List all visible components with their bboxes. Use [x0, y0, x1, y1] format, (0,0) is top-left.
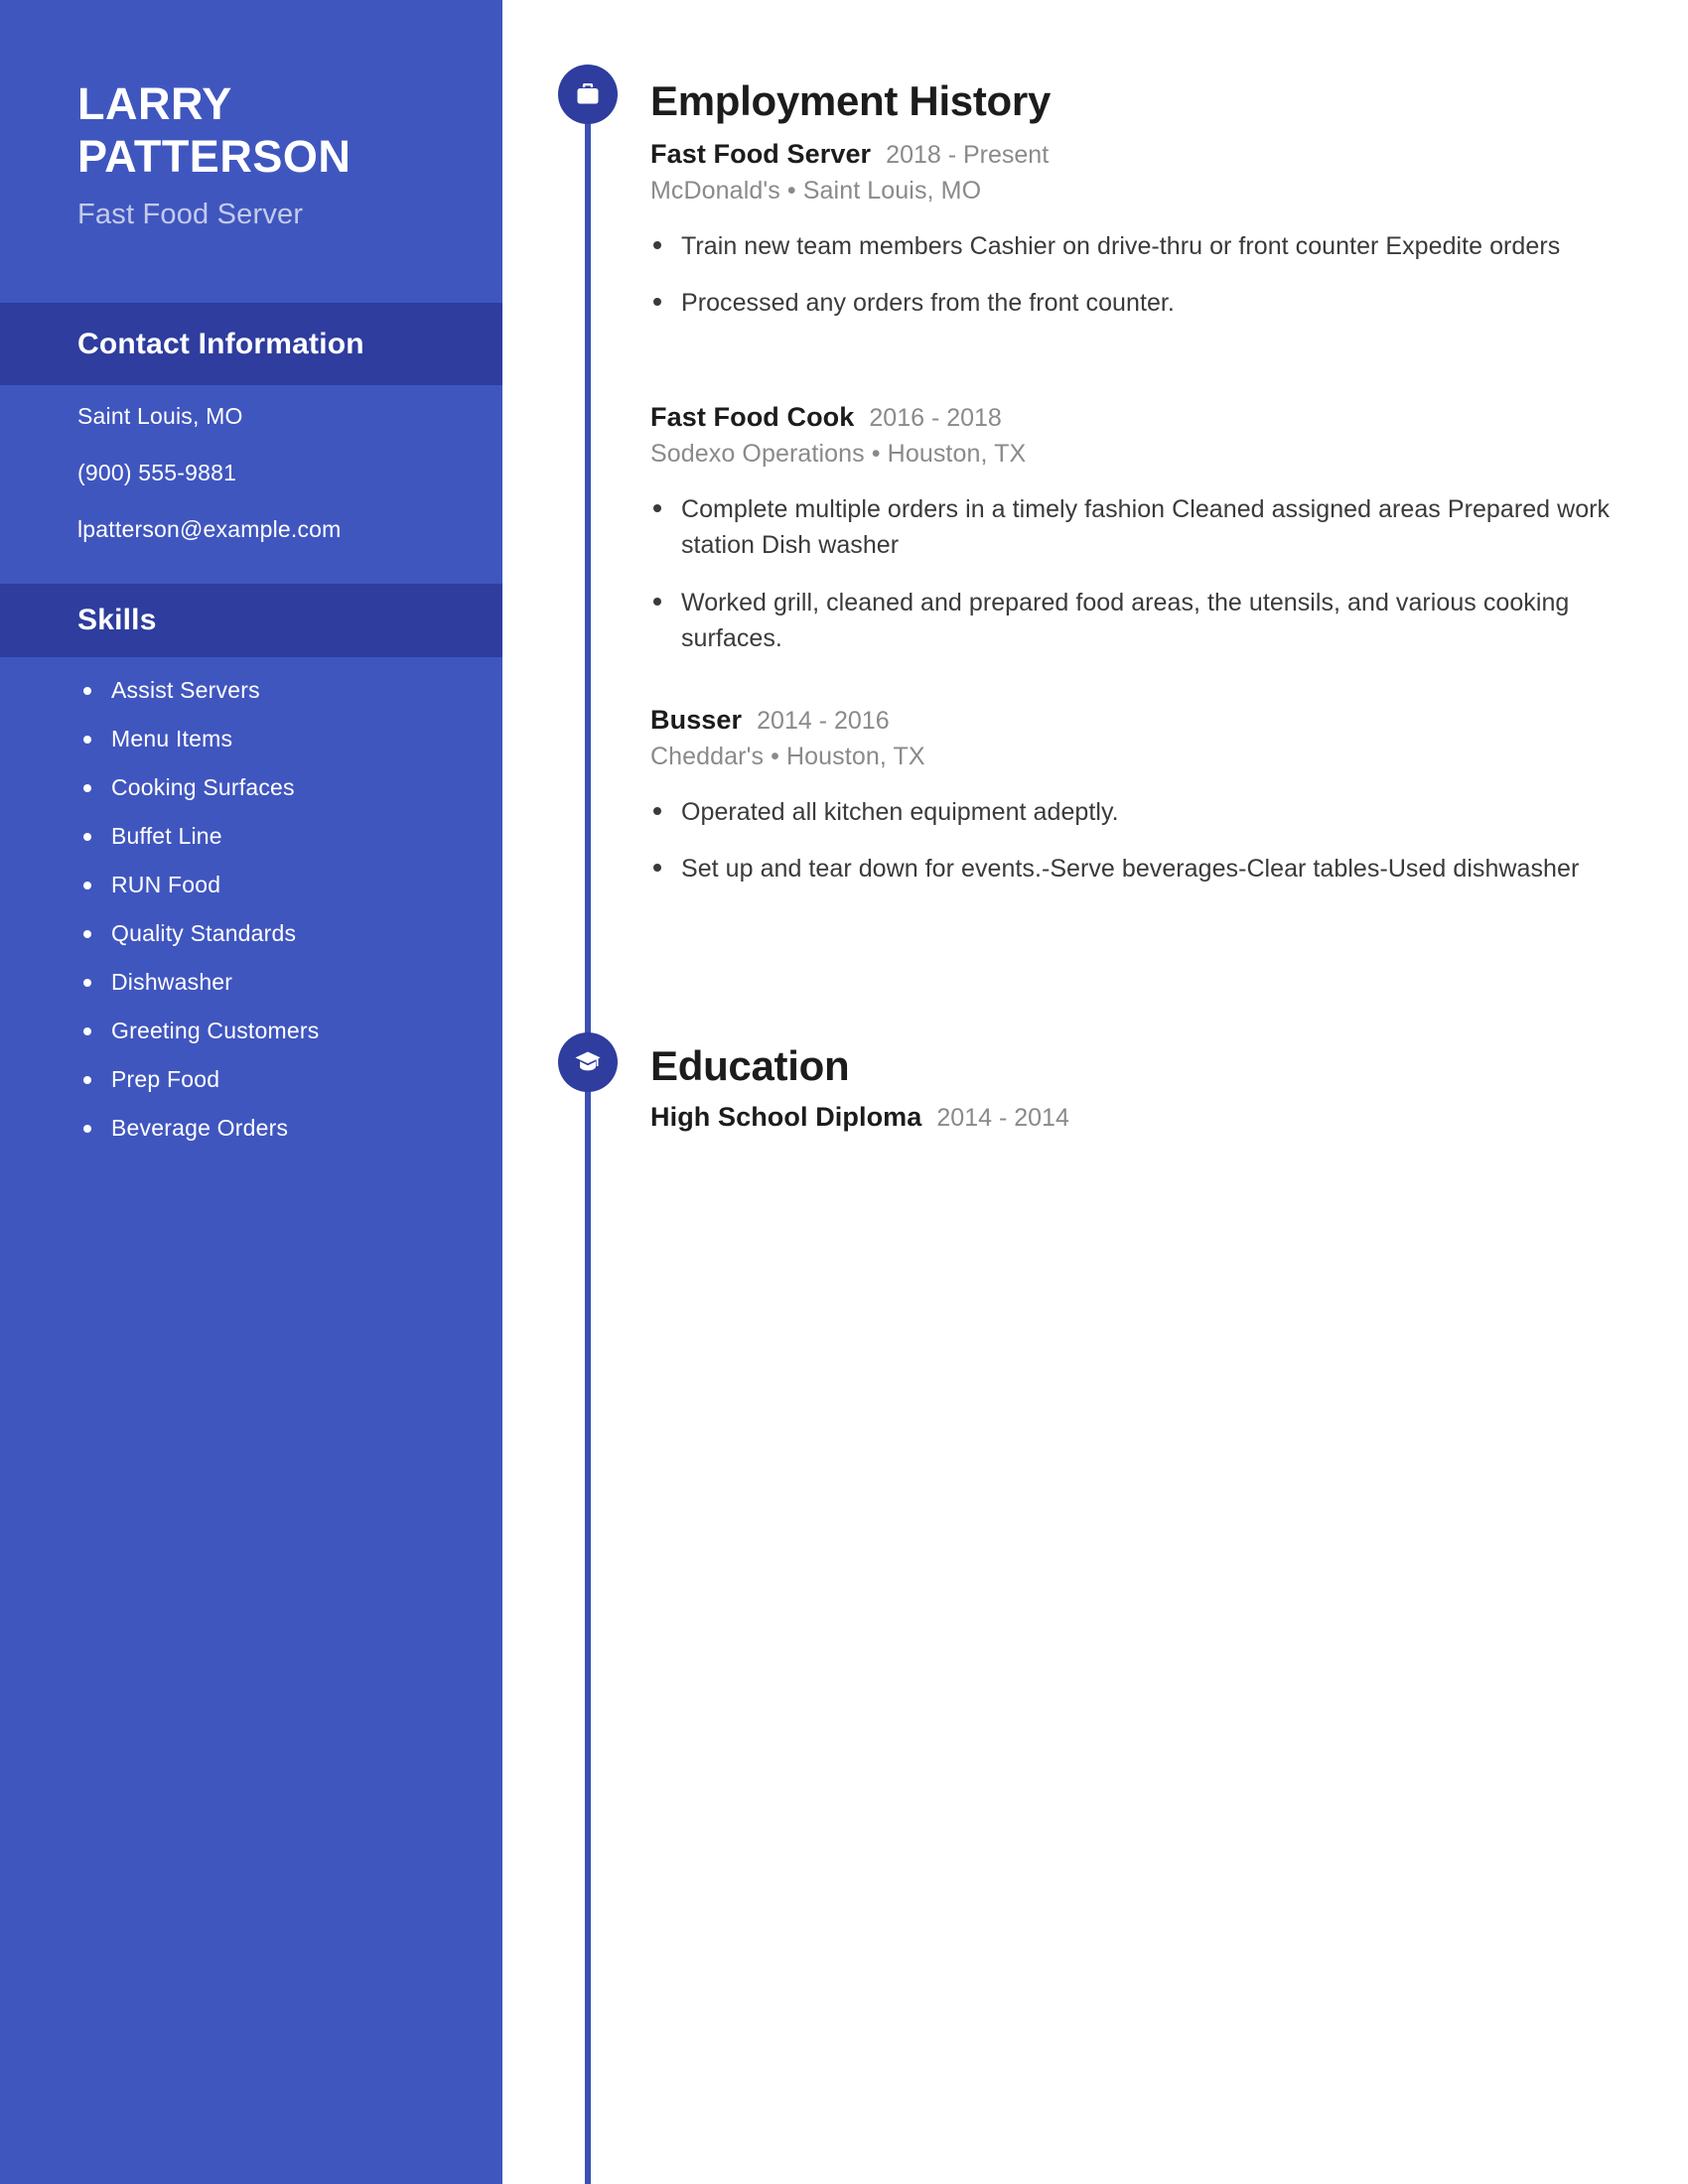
entry-meta: Sodexo Operations • Houston, TX: [650, 440, 1027, 468]
employment-entry: Fast Food Server 2018 - Present McDonald…: [650, 139, 1628, 342]
entry-bullets: Train new team members Cashier on drive-…: [650, 228, 1628, 322]
skills-list: Assist Servers Menu Items Cooking Surfac…: [0, 657, 502, 1165]
contact-list: Saint Louis, MO (900) 555-9881 lpatterso…: [0, 385, 502, 575]
entry-dates: 2014 - 2016: [757, 707, 890, 735]
contact-location: Saint Louis, MO: [77, 403, 243, 429]
bullet-item: Operated all kitchen equipment adeptly.: [650, 794, 1628, 830]
entry-header: High School Diploma 2014 - 2014: [650, 1102, 1628, 1133]
skill-item: Assist Servers: [77, 679, 473, 702]
bullet-item: Set up and tear down for events.-Serve b…: [650, 851, 1628, 887]
entry-role: Fast Food Server: [650, 139, 872, 169]
bullet-item: Complete multiple orders in a timely fas…: [650, 491, 1628, 564]
skills-heading: Skills: [77, 604, 157, 636]
entry-meta: McDonald's • Saint Louis, MO: [650, 177, 982, 205]
candidate-name-line2: PATTERSON: [77, 131, 352, 183]
bullet-item: Processed any orders from the front coun…: [650, 285, 1628, 321]
employment-section-title: Employment History: [650, 77, 1052, 124]
skill-item: RUN Food: [77, 874, 473, 896]
entry-header: Busser 2014 - 2016: [650, 705, 1628, 736]
entry-meta: Cheddar's • Houston, TX: [650, 743, 925, 770]
candidate-name: LARRY PATTERSON: [77, 77, 502, 183]
skill-item: Greeting Customers: [77, 1020, 473, 1042]
entry-header: Fast Food Cook 2016 - 2018: [650, 402, 1628, 433]
resume-page: LARRY PATTERSON Fast Food Server Contact…: [0, 0, 1688, 2184]
skill-item: Quality Standards: [77, 922, 473, 945]
contact-section-header: Contact Information: [0, 303, 502, 385]
bullet-item: Worked grill, cleaned and prepared food …: [650, 585, 1628, 657]
entry-bullets: Operated all kitchen equipment adeptly. …: [650, 794, 1628, 887]
contact-email[interactable]: lpatterson@example.com: [77, 518, 463, 541]
contact-heading: Contact Information: [77, 327, 364, 360]
skill-item: Dishwasher: [77, 971, 473, 994]
entry-role: Busser: [650, 705, 743, 735]
employment-timeline-node: [558, 65, 618, 124]
timeline-rail: [585, 94, 591, 2184]
entry-role: Fast Food Cook: [650, 402, 855, 432]
entry-dates: 2014 - 2014: [936, 1104, 1069, 1132]
briefcase-icon: [573, 79, 603, 109]
entry-role: High School Diploma: [650, 1102, 922, 1132]
name-block: LARRY PATTERSON Fast Food Server: [0, 0, 502, 231]
skill-item: Cooking Surfaces: [77, 776, 473, 799]
bullet-item: Train new team members Cashier on drive-…: [650, 228, 1628, 264]
education-section-title: Education: [650, 1042, 850, 1089]
entry-header: Fast Food Server 2018 - Present: [650, 139, 1628, 170]
candidate-name-line1: LARRY: [77, 78, 232, 129]
skill-item: Buffet Line: [77, 825, 473, 848]
education-timeline-node: [558, 1032, 618, 1092]
sidebar: LARRY PATTERSON Fast Food Server Contact…: [0, 0, 502, 2184]
contact-phone[interactable]: (900) 555-9881: [77, 462, 463, 484]
education-entry: High School Diploma 2014 - 2014: [650, 1102, 1628, 1140]
employment-entry: Fast Food Cook 2016 - 2018 Sodexo Operat…: [650, 402, 1628, 677]
skill-item: Prep Food: [77, 1068, 473, 1091]
entry-dates: 2016 - 2018: [869, 404, 1002, 432]
graduation-cap-icon: [573, 1047, 603, 1077]
skills-section-header: Skills: [0, 584, 502, 657]
candidate-job-title: Fast Food Server: [77, 199, 304, 231]
employment-entry: Busser 2014 - 2016 Cheddar's • Houston, …: [650, 705, 1628, 908]
entry-dates: 2018 - Present: [886, 141, 1050, 169]
skill-item: Menu Items: [77, 728, 473, 751]
entry-bullets: Complete multiple orders in a timely fas…: [650, 491, 1628, 656]
skill-item: Beverage Orders: [77, 1117, 473, 1140]
